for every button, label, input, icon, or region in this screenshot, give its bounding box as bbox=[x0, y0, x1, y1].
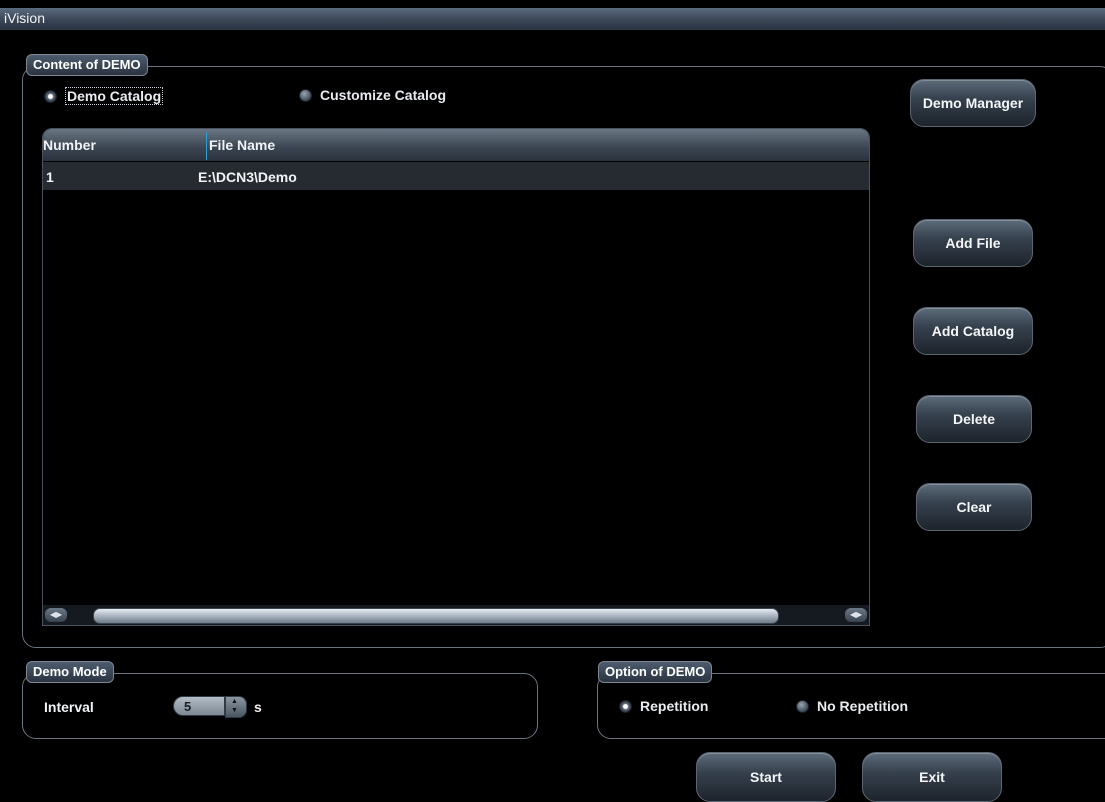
demo-catalog-radio[interactable]: Demo Catalog bbox=[44, 87, 164, 105]
column-header-file-name[interactable]: File Name bbox=[209, 137, 275, 153]
table-row[interactable]: 1 E:\DCN3\Demo bbox=[43, 162, 869, 190]
column-separator[interactable] bbox=[206, 132, 207, 160]
delete-button[interactable]: Delete bbox=[916, 395, 1032, 443]
radio-unchecked-icon bbox=[299, 88, 312, 102]
repetition-label: Repetition bbox=[640, 698, 709, 714]
interval-value[interactable]: 5 bbox=[173, 696, 225, 716]
add-catalog-button[interactable]: Add Catalog bbox=[913, 307, 1033, 355]
interval-label: Interval bbox=[44, 699, 94, 715]
customize-catalog-radio[interactable]: Customize Catalog bbox=[299, 87, 446, 103]
window-title: iVision bbox=[4, 10, 45, 26]
arrow-down-icon[interactable]: ▼ bbox=[231, 707, 238, 715]
content-of-demo-legend: Content of DEMO bbox=[26, 54, 148, 76]
radio-unchecked-icon bbox=[796, 699, 809, 713]
radio-checked-icon bbox=[44, 89, 57, 103]
row-file-name-cell: E:\DCN3\Demo bbox=[198, 169, 297, 185]
row-number-cell: 1 bbox=[46, 169, 54, 185]
scroll-left-right-icon[interactable]: ◀▶ bbox=[845, 608, 867, 622]
horizontal-scrollbar[interactable]: ◀▶ ◀▶ bbox=[43, 605, 869, 625]
option-of-demo-legend: Option of DEMO bbox=[598, 661, 713, 683]
demo-mode-legend: Demo Mode bbox=[26, 661, 114, 683]
radio-checked-icon bbox=[619, 699, 632, 713]
exit-button[interactable]: Exit bbox=[862, 752, 1002, 802]
spin-arrows[interactable]: ▲ ▼ bbox=[225, 696, 247, 718]
demo-file-table: Number File Name 1 E:\DCN3\Demo ◀▶ ◀▶ bbox=[42, 128, 870, 626]
interval-spinbox[interactable]: 5 ▲ ▼ bbox=[173, 696, 247, 718]
repetition-radio[interactable]: Repetition bbox=[619, 698, 708, 714]
table-header: Number File Name bbox=[43, 129, 869, 161]
demo-manager-button[interactable]: Demo Manager bbox=[910, 79, 1036, 127]
scrollbar-thumb[interactable] bbox=[93, 608, 779, 624]
scroll-left-right-icon[interactable]: ◀▶ bbox=[45, 608, 67, 622]
customize-catalog-label: Customize Catalog bbox=[320, 87, 447, 103]
no-repetition-label: No Repetition bbox=[817, 698, 908, 714]
start-button[interactable]: Start bbox=[696, 752, 836, 802]
arrow-up-icon[interactable]: ▲ bbox=[231, 698, 238, 706]
demo-catalog-label: Demo Catalog bbox=[65, 87, 164, 105]
no-repetition-radio[interactable]: No Repetition bbox=[796, 698, 908, 714]
clear-button[interactable]: Clear bbox=[916, 483, 1032, 531]
interval-unit: s bbox=[254, 699, 262, 715]
column-header-number[interactable]: Number bbox=[43, 137, 96, 153]
title-bar: iVision bbox=[0, 8, 1105, 30]
add-file-button[interactable]: Add File bbox=[913, 219, 1033, 267]
